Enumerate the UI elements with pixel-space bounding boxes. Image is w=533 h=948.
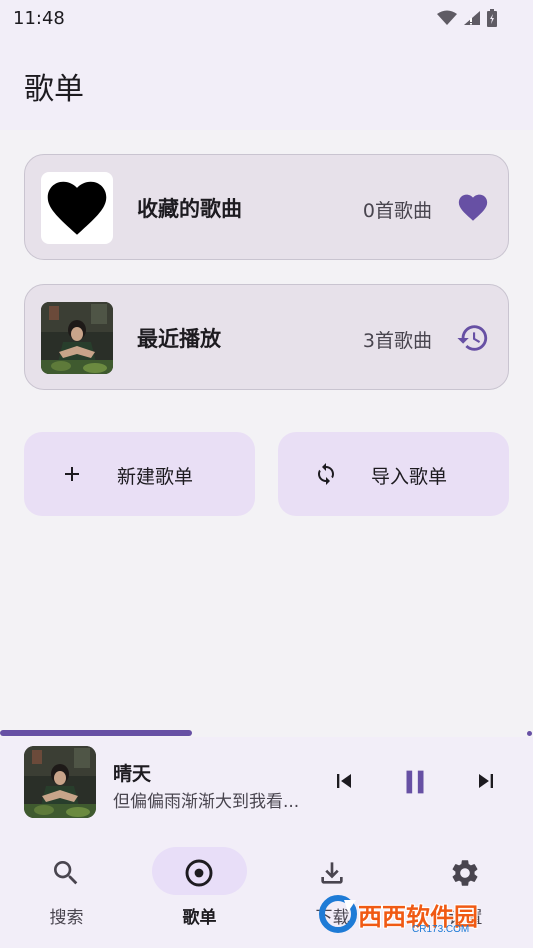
status-bar: 11:48 [0, 0, 533, 36]
recent-cover [41, 302, 113, 374]
gear-icon [452, 860, 478, 886]
mini-player[interactable]: 晴天 但偏偏雨渐渐大到我看... [0, 737, 533, 827]
previous-icon[interactable] [330, 767, 358, 795]
album-icon [185, 859, 213, 887]
playlist-title: 最近播放 [137, 327, 221, 351]
import-playlist-button[interactable]: 导入歌单 [278, 432, 509, 516]
status-icons [437, 9, 497, 27]
heart-icon [458, 194, 488, 221]
nav-item-playlists[interactable]: 歌单 [133, 847, 266, 928]
signal-icon [464, 11, 480, 25]
new-playlist-button[interactable]: 新建歌单 [24, 432, 255, 516]
download-icon [321, 862, 343, 884]
nav-label-playlists: 歌单 [182, 908, 217, 928]
watermark-logo: 西西软件园 CR173.COM [318, 888, 516, 940]
top-app-bar: 歌单 [0, 36, 533, 130]
progress-fill [0, 730, 192, 736]
now-playing-lyric: 但偏偏雨渐渐大到我看... [113, 792, 300, 812]
pause-icon[interactable] [398, 765, 432, 799]
watermark-emblem [319, 895, 357, 933]
playlist-title: 收藏的歌曲 [137, 197, 242, 221]
watermark-url: CR173.COM [412, 924, 470, 935]
favorites-cover [41, 172, 113, 244]
page-title: 歌单 [24, 72, 84, 107]
wifi-icon [437, 10, 457, 25]
playlist-card-recent[interactable]: 最近播放 3首歌曲 [24, 284, 509, 390]
nav-item-search[interactable]: 搜索 [0, 847, 133, 928]
playlist-count: 0首歌曲 [362, 200, 432, 222]
playlist-card-favorites[interactable]: 收藏的歌曲 0首歌曲 [24, 154, 509, 260]
search-icon [54, 861, 78, 885]
progress-end-dot [527, 731, 532, 736]
now-playing-title: 晴天 [113, 763, 152, 785]
nav-label-search: 搜索 [49, 908, 84, 928]
heart-cover-icon [47, 181, 107, 235]
album-cover-image [24, 746, 96, 818]
history-icon [457, 325, 488, 351]
sync-icon [318, 463, 334, 485]
import-playlist-label: 导入歌单 [371, 466, 448, 488]
album-cover-image [41, 302, 113, 374]
next-icon[interactable] [472, 767, 500, 795]
now-playing-cover [24, 746, 96, 818]
new-playlist-label: 新建歌单 [117, 466, 194, 488]
playlist-count: 3首歌曲 [362, 330, 432, 352]
status-time: 11:48 [13, 7, 65, 29]
battery-icon [487, 9, 497, 27]
plus-icon [65, 467, 79, 481]
